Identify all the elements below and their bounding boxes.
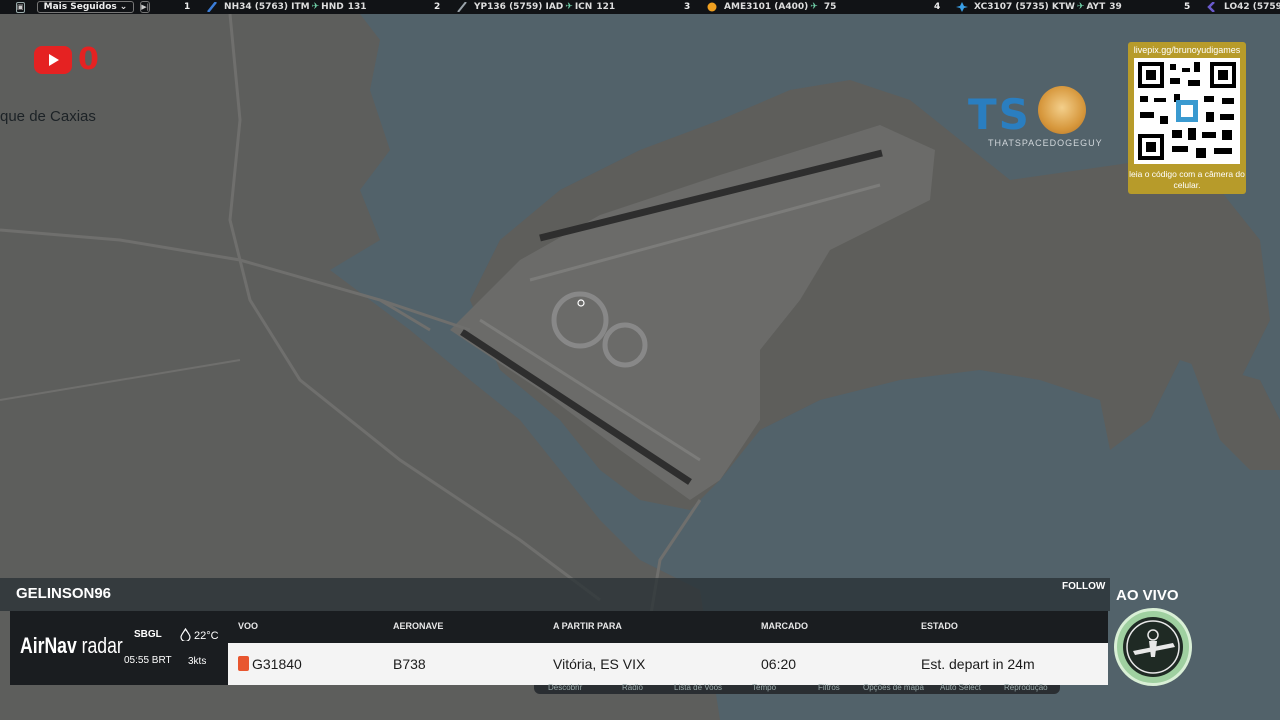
airnav-logo: AirNav radar [20,633,123,659]
map-place-label: que de Caxias [0,108,96,125]
most-followed-dropdown[interactable]: Mais Seguidos ⌄ [36,1,135,13]
droplet-icon [180,627,191,644]
flight-id: AME3101 (A400) [724,2,809,12]
followed-flight-3[interactable]: 3 AME3101 (A400) ✈ 75 [684,2,934,12]
local-time: 05:55 BRT [124,655,172,666]
flight-number: G31840 [252,656,302,672]
origin: ITM [291,2,310,12]
flight-rank: 1 [184,2,191,12]
menu-item-map-options[interactable]: Opções de mapa [863,683,924,692]
follower-count: 75 [823,2,837,12]
menu-item-auto-select[interactable]: Auto Select [940,683,981,692]
tsdg-logo: TS G THATSPACEDOGEGUY [968,86,1120,152]
airline-logo-icon [238,656,249,671]
flight-rank: 3 [684,2,691,12]
youtube-overlay: 0 [34,42,99,77]
followed-flight-5[interactable]: 5 LO42 (5759) [1184,1,1280,13]
follower-count: 121 [596,2,616,12]
live-label: AO VIVO [1116,587,1179,604]
land-island-east [1190,360,1280,470]
temperature-value: 22°C [194,630,219,642]
menu-item-radio[interactable]: Radio [622,683,643,692]
plane-arrow-icon: ✈ [810,2,818,12]
plane-arrow-icon: ✈ [311,2,320,12]
route-cell: Vitória, ES VIX [553,656,646,672]
temperature: 22°C [180,627,219,644]
flight-table-header: VOO AERONAVE A PARTIR PARA MARCADO ESTAD… [228,611,1108,643]
airline-logo-icon [706,2,718,12]
tsdg-subtitle: THATSPACEDOGEGUY [988,138,1103,148]
header-aircraft: AERONAVE [393,621,444,631]
origin: IAD [545,2,564,12]
follower-count: 131 [347,2,367,12]
followed-flight-1[interactable]: 1 NH34 (5763) ITM ✈ HND 131 [184,1,434,13]
followed-flight-4[interactable]: 4 XC3107 (5735) KTW ✈ AYT 39 [934,2,1184,12]
origin: KTW [1051,2,1075,12]
header-scheduled: MARCADO [761,621,808,631]
youtube-icon [34,45,72,74]
top-bar: ▣ Mais Seguidos ⌄ ▶| 1 NH34 (5763) ITM ✈… [0,0,1280,14]
flight-id: NH34 (5763) [224,2,289,12]
follower-count: 39 [1109,2,1122,12]
flight-id: LO42 (5759) [1224,2,1280,12]
flight-rank: 2 [434,2,441,12]
flight-id: XC3107 (5735) [974,2,1049,12]
airnav-weather-box: AirNav radar SBGL 05:55 BRT 22°C 3kts [10,611,228,685]
qr-caption: leia o código com a câmera do celular. [1129,169,1245,190]
airnav-logo-part1: AirNav [20,633,77,658]
menu-item-discover[interactable]: Descobrir [548,683,582,692]
menu-item-flight-list[interactable]: Lista de Voos [674,683,722,692]
plane-arrow-icon: ✈ [565,2,573,12]
followed-flight-2[interactable]: 2 YP136 (5759) IAD ✈ ICN 121 [434,1,684,13]
airline-logo-icon [206,1,218,13]
channel-badge-icon [1114,608,1192,686]
airline-logo-icon [456,1,468,13]
destination: HND [321,2,344,12]
destination: ICN [574,2,593,12]
window-icon[interactable]: ▣ [16,1,25,13]
plane-arrow-icon: ✈ [1076,2,1085,12]
header-route: A PARTIR PARA [553,621,622,631]
scheduled-cell: 06:20 [761,656,797,672]
menu-item-playback[interactable]: Reprodução [1004,683,1048,692]
status-cell: Est. depart in 24m [921,656,1035,672]
header-status: ESTADO [921,621,958,631]
follow-button[interactable]: FOLLOW [1062,581,1105,592]
followed-flights-list: 1 NH34 (5763) ITM ✈ HND 131 2 YP136 (575… [184,1,1280,13]
table-row[interactable]: G31840 B738 Vitória, ES VIX 06:20 Est. d… [228,643,1108,685]
flight-rank: 5 [1184,2,1191,12]
aircraft-cell: B738 [393,656,426,672]
airline-logo-icon [1206,1,1218,13]
flight-id: YP136 (5759) [474,2,543,12]
flight-info-bar [0,578,1110,611]
username-label: GELINSON96 [16,585,112,602]
channel-badge-inner [1123,617,1183,677]
destination: AYT [1086,2,1106,12]
qr-panel: livepix.gg/brunoyudigames leia o código … [1128,42,1246,194]
qr-code-icon [1134,58,1240,164]
doge-icon [1038,86,1086,134]
menu-item-weather[interactable]: Tempo [752,683,776,692]
airline-logo-icon [956,2,969,12]
airnav-logo-part2: radar [81,633,123,658]
youtube-count: 0 [78,42,99,77]
flight-table: VOO AERONAVE A PARTIR PARA MARCADO ESTAD… [228,611,1108,685]
header-flight: VOO [238,621,259,631]
chevron-down-icon: ⌄ [119,2,128,12]
flight-rank: 4 [934,2,941,12]
flight-cell: G31840 [238,656,302,672]
airport-code: SBGL [134,629,162,640]
bottom-menu: Descobrir Radio Lista de Voos Tempo Filt… [534,683,1060,694]
menu-item-filters[interactable]: Filtros [818,683,840,692]
qr-url: livepix.gg/brunoyudigames [1133,45,1241,55]
most-followed-label: Mais Seguidos [43,2,117,12]
skip-play-icon[interactable]: ▶| [140,1,151,13]
wind-speed: 3kts [188,656,207,667]
